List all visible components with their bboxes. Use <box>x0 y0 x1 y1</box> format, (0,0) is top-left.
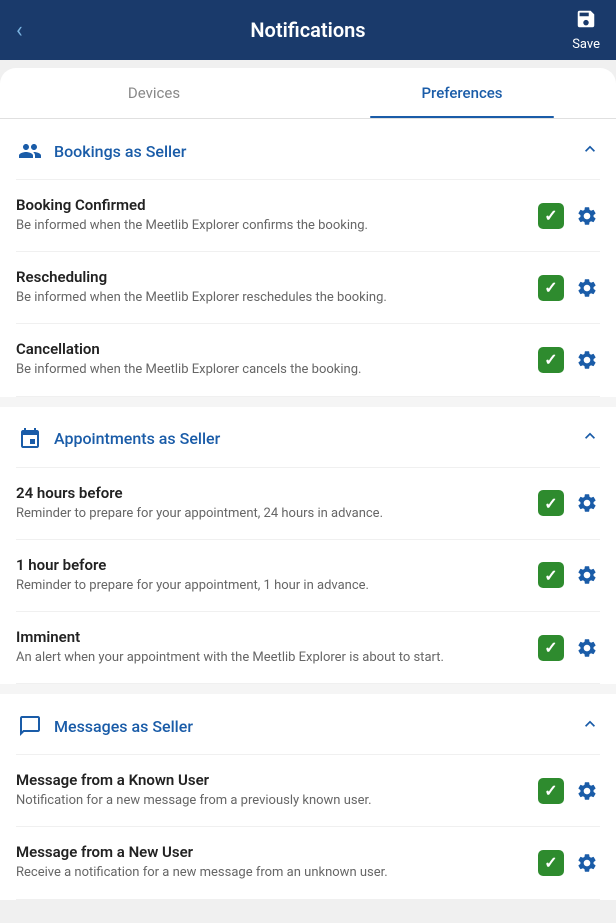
back-button[interactable]: ‹ <box>16 18 52 43</box>
section-messages-left: Messages as Seller <box>16 712 193 740</box>
section-bookings-seller: Bookings as Seller <box>16 119 600 180</box>
messages-seller-title: Messages as Seller <box>54 717 193 736</box>
notif-imminent: Imminent An alert when your appointment … <box>16 612 600 684</box>
notif-imminent-title: Imminent <box>16 628 526 646</box>
messages-chevron[interactable] <box>580 714 600 739</box>
known-user-gear[interactable] <box>574 778 600 804</box>
save-button[interactable]: Save <box>572 8 600 52</box>
notif-known-user: Message from a Known User Notification f… <box>16 755 600 827</box>
notif-24hours: 24 hours before Reminder to prepare for … <box>16 468 600 540</box>
content-appointments: Appointments as Seller 24 hours before R… <box>0 407 616 685</box>
notif-new-user-desc: Receive a notification for a new message… <box>16 864 526 882</box>
cancellation-checkbox[interactable] <box>538 347 564 373</box>
rescheduling-checkbox[interactable] <box>538 275 564 301</box>
notif-rescheduling-desc: Be informed when the Meetlib Explorer re… <box>16 289 526 307</box>
bookings-icon <box>16 137 44 165</box>
booking-confirmed-gear[interactable] <box>574 203 600 229</box>
tabs-container: Devices Preferences <box>0 68 616 119</box>
rescheduling-gear[interactable] <box>574 275 600 301</box>
new-user-gear[interactable] <box>574 850 600 876</box>
imminent-gear[interactable] <box>574 635 600 661</box>
notif-new-user-title: Message from a New User <box>16 843 526 861</box>
appointments-icon <box>16 425 44 453</box>
header: ‹ Notifications Save <box>0 0 616 60</box>
booking-confirmed-checkbox[interactable] <box>538 203 564 229</box>
save-label: Save <box>572 37 600 52</box>
notif-booking-confirmed-desc: Be informed when the Meetlib Explorer co… <box>16 217 526 235</box>
notif-cancellation: Cancellation Be informed when the Meetli… <box>16 324 600 396</box>
messages-icon <box>16 712 44 740</box>
notif-imminent-desc: An alert when your appointment with the … <box>16 649 526 667</box>
page-title: Notifications <box>250 18 365 42</box>
24hours-checkbox[interactable] <box>538 490 564 516</box>
imminent-checkbox[interactable] <box>538 635 564 661</box>
notif-known-user-desc: Notification for a new message from a pr… <box>16 792 526 810</box>
notif-rescheduling: Rescheduling Be informed when the Meetli… <box>16 252 600 324</box>
section-divider-2 <box>0 684 616 694</box>
notif-1hour: 1 hour before Reminder to prepare for yo… <box>16 540 600 612</box>
notif-known-user-title: Message from a Known User <box>16 771 526 789</box>
new-user-checkbox[interactable] <box>538 850 564 876</box>
notif-cancellation-desc: Be informed when the Meetlib Explorer ca… <box>16 361 526 379</box>
known-user-checkbox[interactable] <box>538 778 564 804</box>
section-messages-seller: Messages as Seller <box>16 694 600 755</box>
content-area: Bookings as Seller Booking Confirmed Be … <box>0 119 616 397</box>
24hours-gear[interactable] <box>574 490 600 516</box>
content-messages: Messages as Seller Message from a Known … <box>0 694 616 899</box>
section-appointments-seller: Appointments as Seller <box>16 407 600 468</box>
tab-preferences[interactable]: Preferences <box>308 68 616 118</box>
notif-booking-confirmed: Booking Confirmed Be informed when the M… <box>16 180 600 252</box>
tab-devices[interactable]: Devices <box>0 68 308 118</box>
1hour-gear[interactable] <box>574 562 600 588</box>
notif-1hour-title: 1 hour before <box>16 556 526 574</box>
section-bookings-left: Bookings as Seller <box>16 137 186 165</box>
bookings-seller-title: Bookings as Seller <box>54 142 186 161</box>
notif-24hours-desc: Reminder to prepare for your appointment… <box>16 505 526 523</box>
notif-24hours-title: 24 hours before <box>16 484 526 502</box>
save-icon <box>575 8 597 35</box>
cancellation-gear[interactable] <box>574 347 600 373</box>
notif-new-user: Message from a New User Receive a notifi… <box>16 827 600 899</box>
section-appointments-left: Appointments as Seller <box>16 425 220 453</box>
appointments-seller-title: Appointments as Seller <box>54 429 220 448</box>
notif-rescheduling-title: Rescheduling <box>16 268 526 286</box>
notif-1hour-desc: Reminder to prepare for your appointment… <box>16 577 526 595</box>
notif-booking-confirmed-title: Booking Confirmed <box>16 196 526 214</box>
1hour-checkbox[interactable] <box>538 562 564 588</box>
appointments-chevron[interactable] <box>580 426 600 451</box>
section-divider-1 <box>0 397 616 407</box>
notif-cancellation-title: Cancellation <box>16 340 526 358</box>
bookings-chevron[interactable] <box>580 139 600 164</box>
